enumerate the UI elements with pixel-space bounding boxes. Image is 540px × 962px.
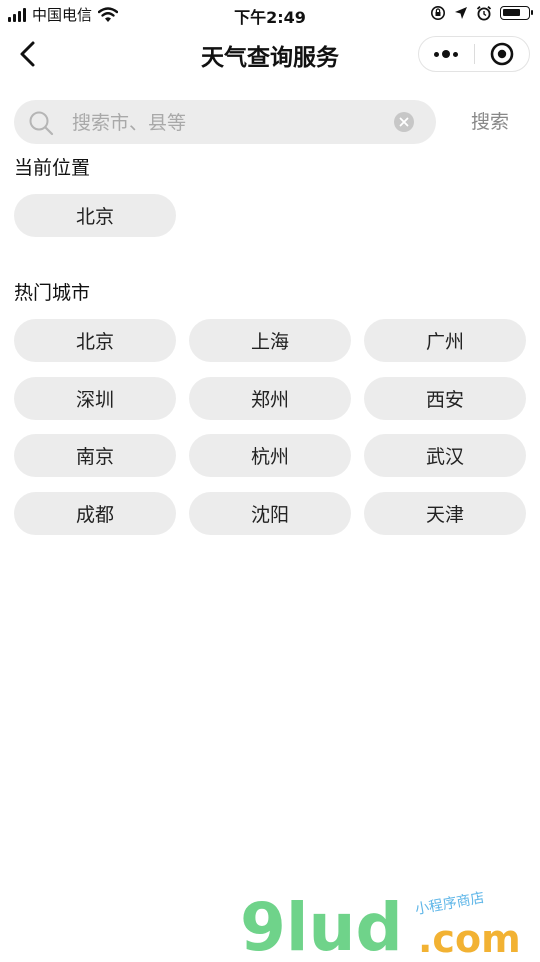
hot-city-chip[interactable]: 天津 xyxy=(364,491,526,535)
hot-city-chip[interactable]: 上海 xyxy=(189,319,351,362)
current-location-chip[interactable]: 北京 xyxy=(14,194,176,237)
brand-logo: 9lud 小程序商店 .com xyxy=(240,889,521,962)
hot-city-chip[interactable]: 广州 xyxy=(364,319,526,362)
watermark-domain: .com xyxy=(418,917,521,958)
current-location-title: 当前位置 xyxy=(14,157,91,179)
search-button[interactable]: 搜索 xyxy=(454,100,526,140)
back-button[interactable] xyxy=(10,36,46,72)
hot-city-chip[interactable]: 沈阳 xyxy=(189,491,351,535)
search-row: 搜索 xyxy=(14,100,526,144)
hot-city-chip[interactable]: 南京 xyxy=(14,434,176,477)
battery-icon xyxy=(500,6,533,20)
search-icon xyxy=(29,111,54,136)
search-input[interactable] xyxy=(70,104,384,142)
hot-city-chip[interactable]: 郑州 xyxy=(189,376,351,420)
hot-city-chip[interactable]: 成都 xyxy=(14,491,176,535)
navigation-bar: 天气查询服务 xyxy=(0,28,540,80)
status-right xyxy=(430,5,533,21)
location-icon xyxy=(455,7,467,19)
chevron-left-icon xyxy=(20,41,35,67)
search-box xyxy=(14,100,436,144)
hot-city-chip[interactable]: 深圳 xyxy=(14,376,176,420)
hot-cities-title: 热门城市 xyxy=(14,282,91,304)
hot-city-chip[interactable]: 西安 xyxy=(364,376,526,420)
target-icon xyxy=(490,42,514,66)
close-program-button[interactable] xyxy=(475,37,530,71)
watermark-logo: 9lud 小程序商店 .com xyxy=(240,888,540,962)
more-button[interactable] xyxy=(419,37,474,71)
mini-program-capsule xyxy=(418,36,530,72)
watermark-brand: 9lud xyxy=(240,889,403,958)
hot-city-chip[interactable]: 杭州 xyxy=(189,434,351,477)
status-bar: 中国电信 下午2:49 xyxy=(0,0,540,28)
alarm-icon xyxy=(476,5,492,21)
watermark-slogan: 小程序商店 xyxy=(414,890,486,918)
orientation-lock-icon xyxy=(431,6,445,20)
hot-city-chip[interactable]: 武汉 xyxy=(364,434,526,477)
hot-city-chip[interactable]: 北京 xyxy=(14,319,176,362)
more-dots-icon xyxy=(434,50,459,58)
close-icon xyxy=(399,117,409,127)
clear-input-icon[interactable] xyxy=(394,112,414,132)
